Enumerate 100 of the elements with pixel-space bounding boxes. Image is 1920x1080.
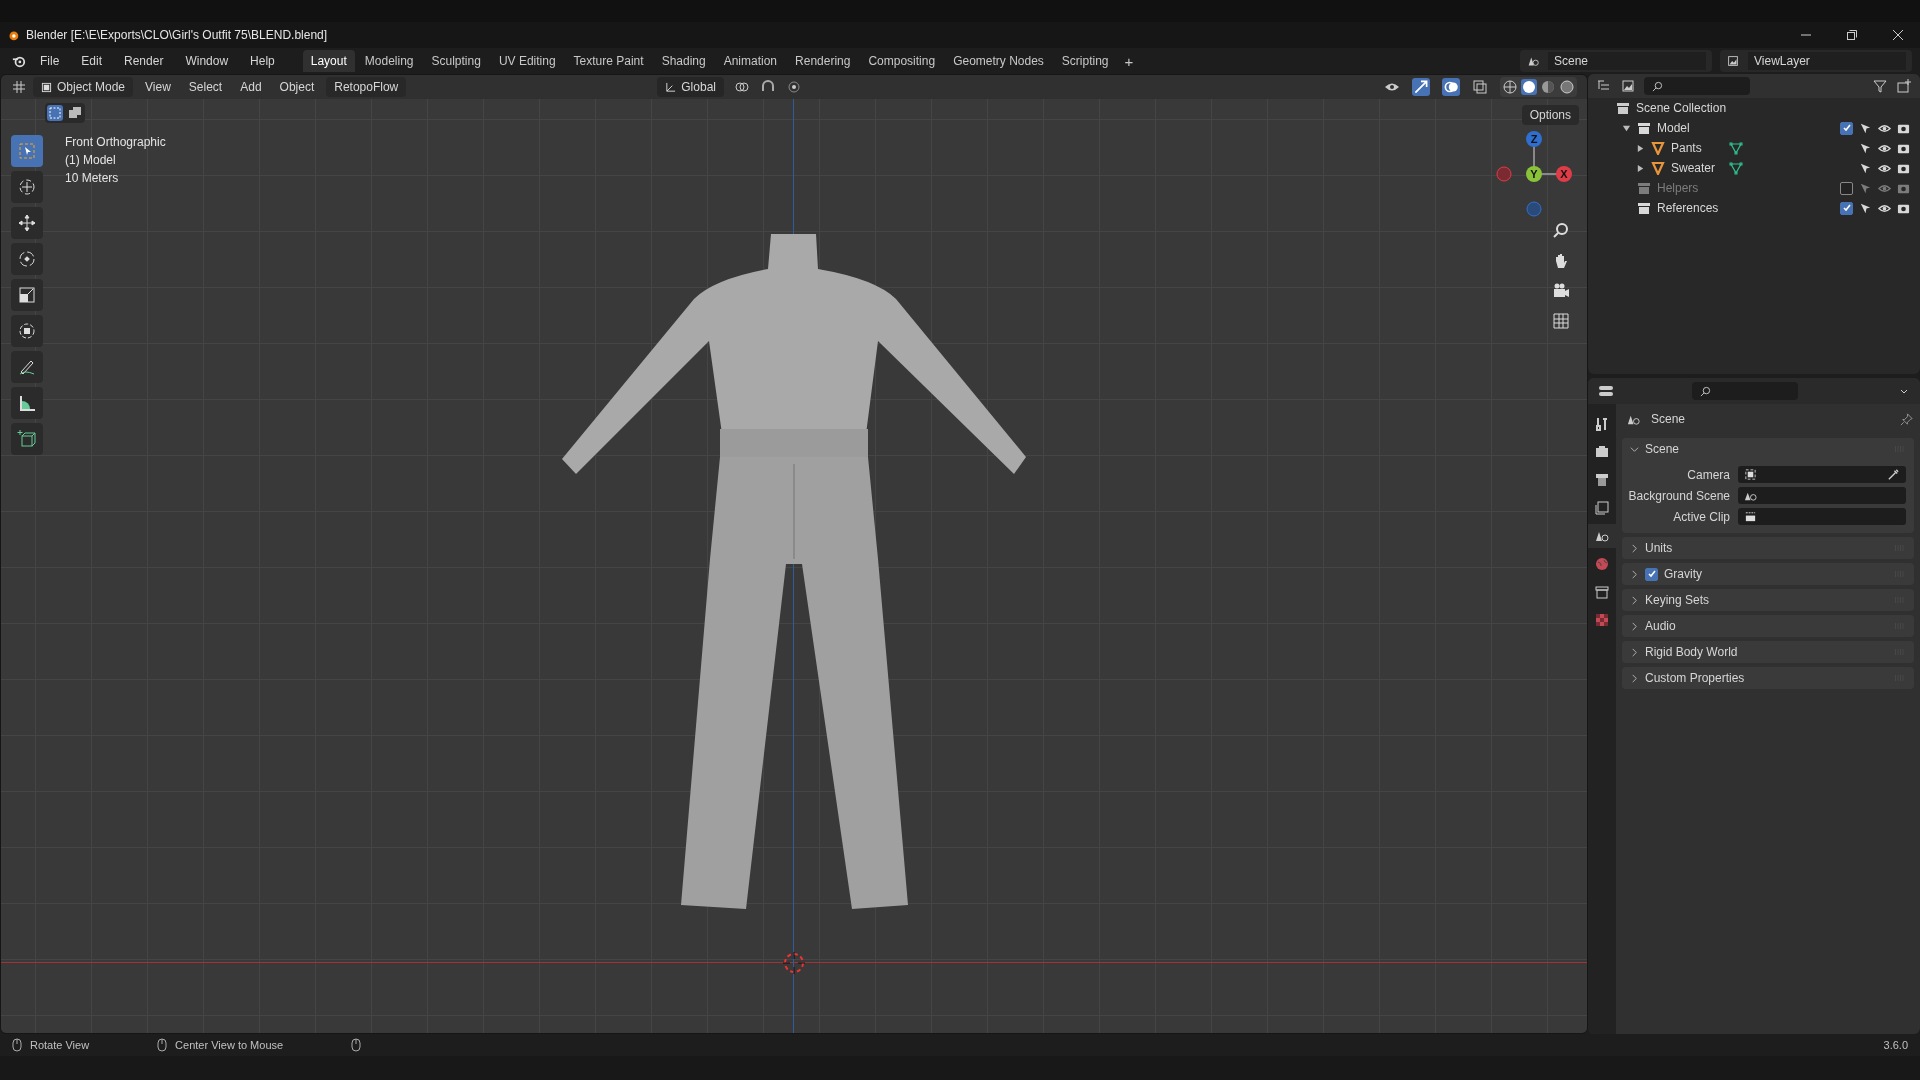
workspace-tab[interactable]: Shading <box>653 50 714 72</box>
outliner-item[interactable]: References <box>1657 201 1719 215</box>
tool-button[interactable] <box>11 243 43 275</box>
material-shading-icon[interactable] <box>1540 79 1556 95</box>
tool-button[interactable] <box>11 279 43 311</box>
wireframe-shading-icon[interactable] <box>1502 79 1518 95</box>
add-workspace-button[interactable]: + <box>1118 52 1140 70</box>
mode-dropdown[interactable]: Object Mode <box>33 77 134 97</box>
axis-handle[interactable]: Y <box>1526 166 1542 182</box>
workspace-tab[interactable]: Rendering <box>787 50 859 72</box>
expand-arrow-icon[interactable] <box>1636 143 1645 153</box>
search-field[interactable] <box>1692 382 1798 400</box>
editor-type-icon[interactable] <box>11 79 27 95</box>
disclosure-icon[interactable] <box>1630 444 1639 454</box>
workspace-tab[interactable]: Modeling <box>356 50 422 72</box>
disclosure-icon[interactable] <box>1630 543 1639 553</box>
panel-header[interactable]: Rigid Body World <box>1622 641 1914 663</box>
panel-header[interactable]: Gravity <box>1622 563 1914 585</box>
disclosure-icon[interactable] <box>1630 569 1639 579</box>
layer-filter-icon[interactable] <box>1620 78 1636 94</box>
negative-axis-handle[interactable] <box>1496 166 1512 182</box>
field-input[interactable] <box>1738 466 1906 483</box>
disclosure-icon[interactable] <box>1630 595 1639 605</box>
disclosure-icon[interactable] <box>1630 673 1639 683</box>
panel-header[interactable]: Audio <box>1622 615 1914 637</box>
menu-item[interactable]: File <box>32 54 68 68</box>
tool-button[interactable] <box>11 387 43 419</box>
field-input[interactable] <box>1738 487 1906 504</box>
solid-shading-icon[interactable] <box>1521 79 1537 95</box>
options-dropdown[interactable]: Options <box>1521 105 1579 125</box>
outliner-item[interactable]: Sweater <box>1671 161 1723 175</box>
overlay-toggle-icon[interactable] <box>1442 78 1460 96</box>
field-input[interactable] <box>1738 508 1906 525</box>
axis-handle[interactable]: X <box>1556 166 1572 182</box>
checkbox[interactable] <box>1840 121 1853 135</box>
negative-axis-handle[interactable] <box>1526 201 1542 217</box>
workspace-tab[interactable]: Animation <box>715 50 786 72</box>
panel-header[interactable]: Units <box>1622 537 1914 559</box>
mesh-data-icon[interactable] <box>1729 141 1743 155</box>
header-menu[interactable]: Add <box>234 80 268 94</box>
expand-arrow-icon[interactable] <box>1622 123 1631 133</box>
tool-button[interactable] <box>11 207 43 239</box>
gizmo-toggle-icon[interactable] <box>1412 78 1430 96</box>
outliner-item[interactable]: Model <box>1657 121 1690 135</box>
blender-menu-icon[interactable] <box>12 54 26 68</box>
properties-tab[interactable] <box>1588 524 1616 548</box>
menu-item[interactable]: Edit <box>73 54 111 68</box>
workspace-tab[interactable]: UV Editing <box>490 50 564 72</box>
mesh-data-icon[interactable] <box>1729 161 1743 175</box>
close-icon[interactable] <box>1892 29 1904 41</box>
menu-item[interactable]: Window <box>177 54 237 68</box>
menu-item[interactable]: Help <box>242 54 283 68</box>
workspace-tab[interactable]: Layout <box>302 50 355 72</box>
selectable-icon[interactable] <box>1859 121 1872 135</box>
square-icon <box>41 81 52 93</box>
rendered-shading-icon[interactable] <box>1559 79 1575 95</box>
restore-icon[interactable] <box>1846 29 1858 41</box>
scene-selector[interactable]: Scene <box>1520 50 1712 72</box>
tool-button[interactable] <box>11 351 43 383</box>
select-extend-icon[interactable] <box>67 105 83 121</box>
filter-icon[interactable] <box>1872 78 1888 94</box>
checkbox[interactable] <box>1645 567 1658 581</box>
selectable-icon[interactable] <box>1859 141 1872 155</box>
workspace-tab[interactable]: Geometry Nodes <box>945 50 1052 72</box>
search-field[interactable] <box>1644 77 1750 95</box>
proportional-edit-icon[interactable] <box>785 79 802 95</box>
panel-header[interactable]: Keying Sets <box>1622 589 1914 611</box>
xray-icon[interactable] <box>1472 79 1488 95</box>
grid-icon[interactable] <box>1551 311 1571 331</box>
tool-button[interactable] <box>11 171 43 203</box>
pivot-icon[interactable] <box>733 79 750 95</box>
addon-dropdown[interactable]: RetopoFlow <box>326 77 407 97</box>
axis-handle[interactable]: Z <box>1526 131 1542 147</box>
selectable-icon[interactable] <box>1859 201 1872 215</box>
expand-arrow-icon[interactable] <box>1636 163 1645 173</box>
panel-header[interactable]: Custom Properties <box>1622 667 1914 689</box>
selectable-icon[interactable] <box>1859 161 1872 175</box>
workspace-tab[interactable]: Texture Paint <box>565 50 652 72</box>
workspace-tab[interactable]: Sculpting <box>423 50 489 72</box>
select-new-icon[interactable] <box>47 105 63 121</box>
checkbox[interactable] <box>1840 201 1853 215</box>
eyedropper-icon[interactable] <box>1887 468 1900 481</box>
tool-button[interactable] <box>11 315 43 347</box>
workspace-tab[interactable]: Scripting <box>1053 50 1117 72</box>
orientation-dropdown[interactable]: Global <box>657 77 724 97</box>
workspace-tab[interactable]: Compositing <box>860 50 944 72</box>
disclosure-icon[interactable] <box>1630 647 1639 657</box>
editor-type-icon[interactable] <box>1598 383 1614 399</box>
new-collection-icon[interactable] <box>1896 78 1912 94</box>
header-menu[interactable]: View <box>139 80 177 94</box>
header-menu[interactable]: Object <box>273 80 321 94</box>
view-layer-selector[interactable]: ViewLayer <box>1720 50 1912 72</box>
viewport-background[interactable] <box>1 99 1587 1033</box>
pin-icon[interactable] <box>1899 411 1914 427</box>
disclosure-icon[interactable] <box>1630 621 1639 631</box>
outliner-item[interactable]: Scene Collection <box>1636 101 1727 115</box>
header-menu[interactable]: Select <box>182 80 229 94</box>
menu-item[interactable]: Render <box>116 54 172 68</box>
panel-header[interactable]: Scene <box>1622 438 1914 460</box>
outliner-item[interactable]: Pants <box>1671 141 1723 155</box>
